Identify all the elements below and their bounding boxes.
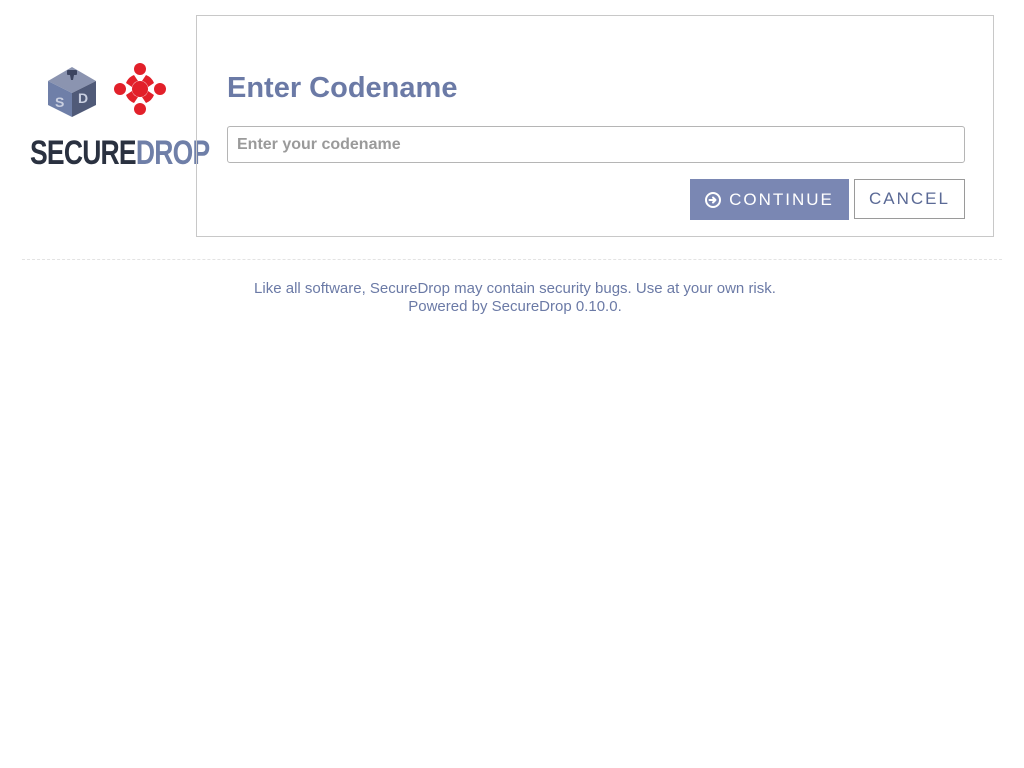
wordmark-secure: SECURE (30, 134, 137, 172)
securedrop-version-link[interactable]: SecureDrop 0.10.0 (492, 298, 618, 315)
securedrop-logo-icons: S D (48, 63, 166, 117)
svg-text:S: S (55, 94, 64, 110)
page-title: Enter Codename (227, 72, 458, 104)
continue-button[interactable]: CONTINUE (690, 179, 849, 220)
partner-gem-logo-icon (114, 63, 166, 115)
cancel-button[interactable]: CANCEL (854, 179, 965, 219)
securedrop-cube-icon: S D (48, 67, 96, 117)
continue-button-label: CONTINUE (729, 189, 834, 209)
circle-arrow-right-icon (705, 191, 722, 208)
logo-area: S D SECUREDROP (22, 55, 210, 180)
codename-input[interactable] (227, 126, 965, 163)
footer-warning: Like all software, SecureDrop may contai… (254, 280, 776, 297)
footer-powered-by: Powered by SecureDrop 0.10.0. (6, 298, 1024, 316)
securedrop-wordmark: SECUREDROP (30, 133, 210, 173)
divider (22, 259, 1002, 260)
powered-by-prefix: Powered by (408, 298, 492, 315)
cancel-button-label: CANCEL (869, 189, 950, 208)
footer: Like all software, SecureDrop may contai… (0, 280, 1024, 316)
powered-by-suffix: . (617, 298, 622, 315)
login-panel: Enter Codename CONTINUE CANCEL (196, 15, 994, 237)
svg-text:D: D (78, 90, 88, 106)
